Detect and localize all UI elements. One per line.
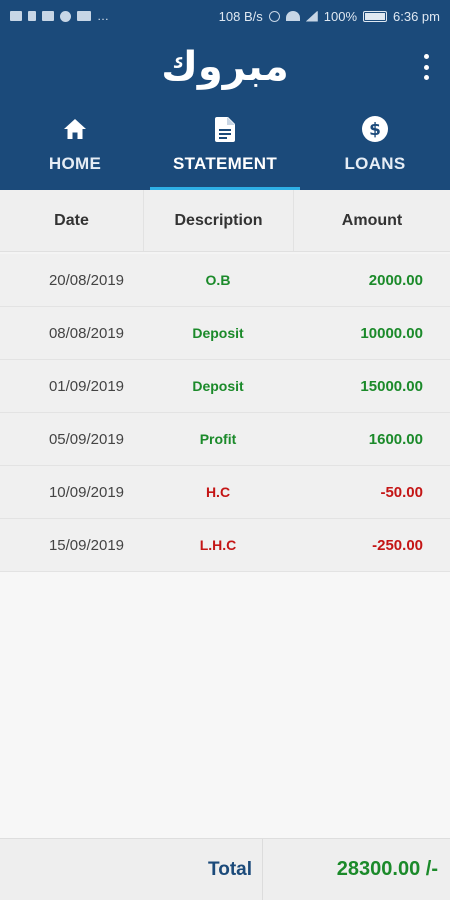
total-label: Total (0, 838, 263, 900)
table-row[interactable]: 10/09/2019 H.C -50.00 (0, 466, 450, 519)
row-amount: 15000.00 (360, 377, 423, 395)
row-date: 01/09/2019 (48, 377, 125, 395)
table-row[interactable]: 05/09/2019 Profit 1600.00 (0, 413, 450, 466)
table-row[interactable]: 08/08/2019 Deposit 10000.00 (0, 307, 450, 360)
overflow-menu-icon[interactable] (420, 54, 432, 80)
more-notifications: … (97, 9, 109, 23)
notification-icons: … (10, 9, 109, 23)
document-icon (212, 116, 238, 142)
row-date: 05/09/2019 (48, 430, 125, 448)
table-row[interactable]: 20/08/2019 O.B 2000.00 (0, 254, 450, 307)
app-title: مبروك (161, 44, 289, 90)
notification-text-icon (77, 11, 91, 21)
tab-statement-label: STATEMENT (172, 154, 278, 173)
app-icon (42, 11, 54, 21)
system-status: 108 B/s 100% 6:36 pm (219, 9, 440, 24)
total-value: 28300.00 /- (336, 858, 438, 880)
signal-icon (305, 10, 318, 22)
row-amount: 2000.00 (368, 271, 423, 289)
row-description: L.H.C (199, 537, 237, 553)
tab-loans[interactable]: $ LOANS (300, 112, 450, 190)
table-row[interactable]: 01/09/2019 Deposit 15000.00 (0, 360, 450, 413)
tab-loans-label: LOANS (344, 154, 406, 173)
tab-bar: HOME STATEMENT $ LOANS (0, 112, 450, 190)
tab-home[interactable]: HOME (0, 112, 150, 190)
row-date: 08/08/2019 (48, 324, 125, 342)
network-speed: 108 B/s (218, 8, 263, 24)
battery-percent: 100% (323, 8, 358, 24)
wifi-icon (285, 11, 300, 21)
clock: 6:36 pm (393, 8, 440, 24)
table-row[interactable]: 15/09/2019 L.H.C -250.00 (0, 519, 450, 572)
row-amount: 10000.00 (360, 324, 423, 342)
empty-list-area (0, 572, 450, 838)
alarm-icon (268, 10, 280, 22)
dollar-icon: $ (362, 116, 388, 142)
column-header-date: Date (54, 211, 89, 229)
row-amount: -50.00 (380, 483, 423, 501)
table-header: Date Description Amount (0, 190, 450, 252)
row-date: 10/09/2019 (48, 483, 125, 501)
row-amount: -250.00 (372, 536, 423, 554)
column-header-description: Description (143, 190, 293, 251)
row-date: 20/08/2019 (48, 271, 125, 289)
status-bar: … 108 B/s 100% 6:36 pm (0, 0, 450, 32)
svg-text:$: $ (369, 120, 381, 140)
battery-icon (363, 10, 388, 22)
row-description: Deposit (192, 325, 244, 341)
home-icon (62, 116, 88, 142)
row-description: Profit (199, 431, 237, 447)
gallery-icon (10, 11, 22, 21)
column-header-amount: Amount (293, 190, 450, 251)
tab-statement[interactable]: STATEMENT (150, 112, 300, 190)
tab-home-label: HOME (48, 154, 102, 173)
row-date: 15/09/2019 (48, 536, 125, 554)
total-bar: Total 28300.00 /- (0, 838, 450, 900)
row-amount: 1600.00 (368, 430, 423, 448)
statement-list: 20/08/2019 O.B 2000.00 08/08/2019 Deposi… (0, 254, 450, 572)
row-description: Deposit (192, 378, 244, 394)
row-description: O.B (205, 272, 231, 288)
usb-icon (28, 11, 36, 21)
row-description: H.C (205, 484, 231, 500)
whatsapp-icon (60, 10, 71, 22)
app-header: مبروك HOME STATEMENT $ LOANS (0, 32, 450, 190)
